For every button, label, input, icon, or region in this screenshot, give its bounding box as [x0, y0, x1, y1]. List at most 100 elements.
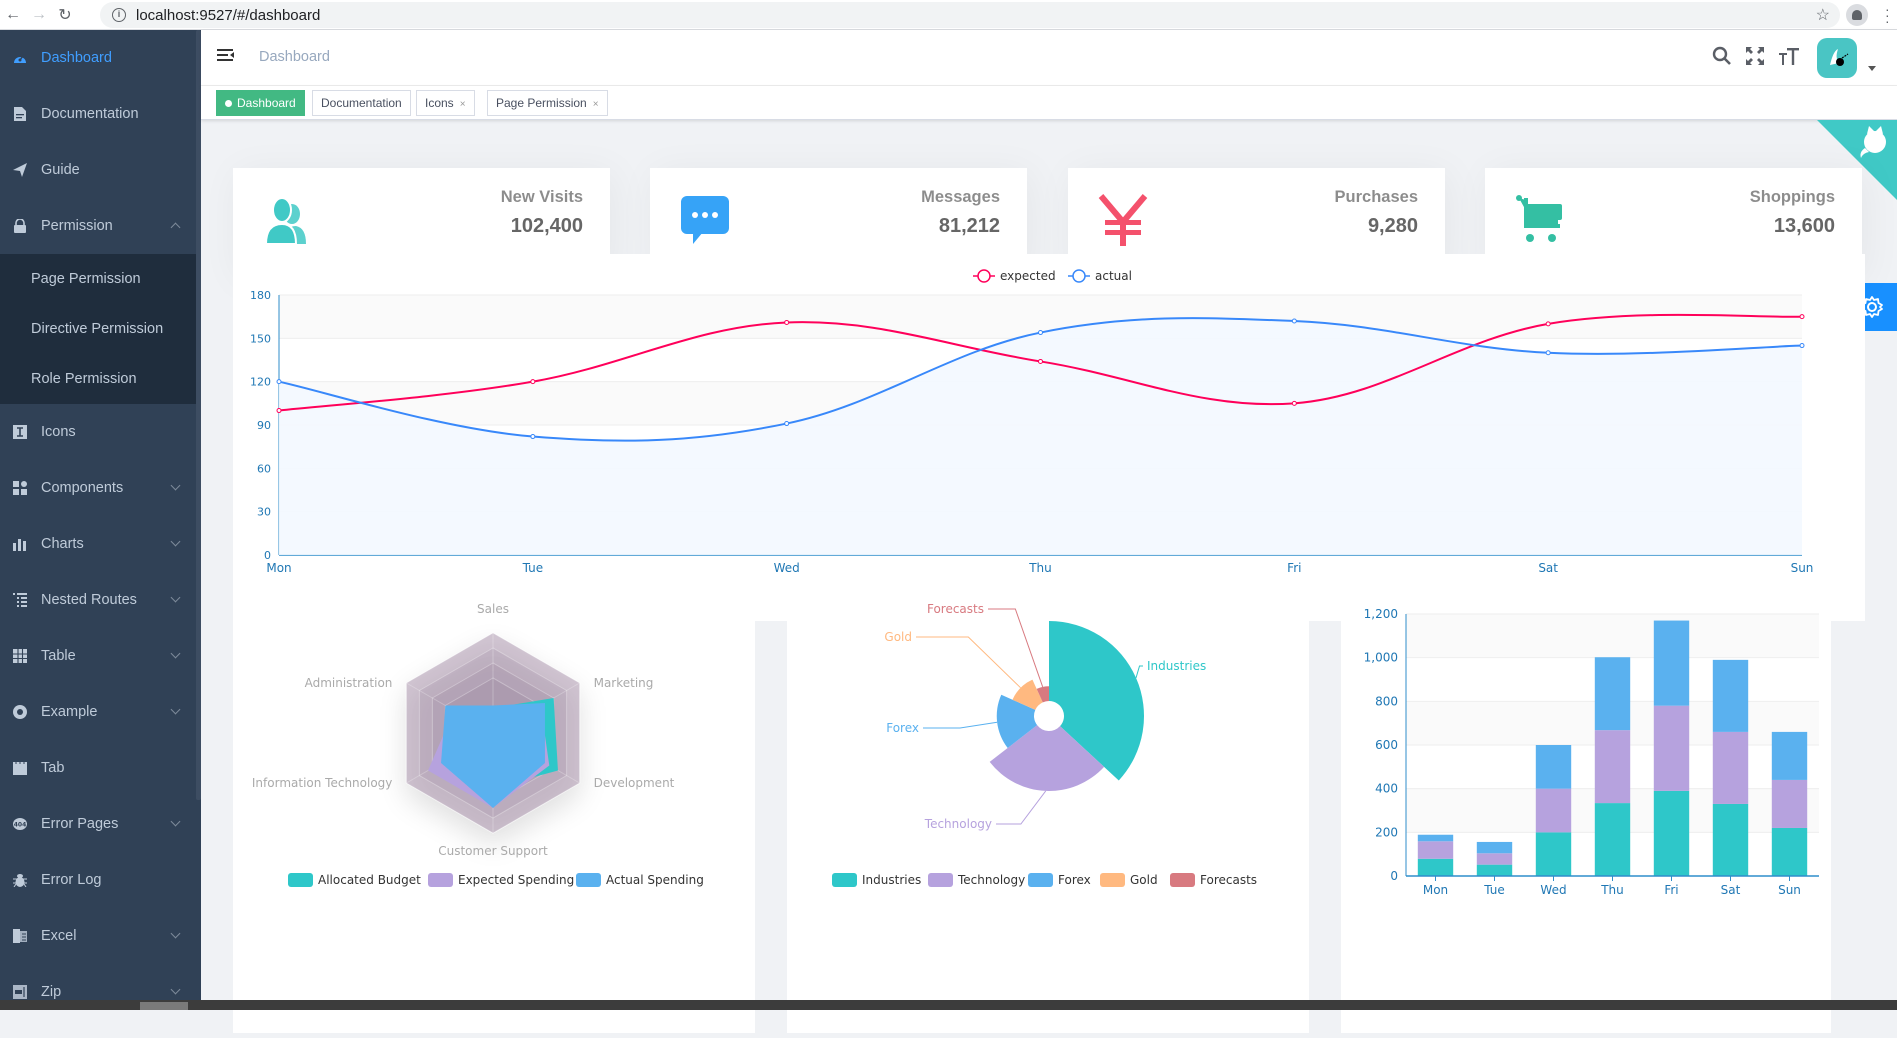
- breadcrumb[interactable]: Dashboard: [259, 49, 330, 65]
- bar-pageA[interactable]: [1771, 827, 1808, 876]
- sidebar-item-table[interactable]: Table: [0, 628, 201, 684]
- legend-label[interactable]: actual: [1095, 269, 1132, 283]
- point-actual[interactable]: [784, 421, 790, 427]
- bar-pageB[interactable]: [1771, 779, 1808, 828]
- point-expected[interactable]: [530, 379, 536, 385]
- point-expected[interactable]: [1038, 358, 1043, 364]
- legend-label[interactable]: Forecasts: [1200, 873, 1257, 887]
- bar-pageB[interactable]: [1476, 853, 1513, 865]
- bar-pageA[interactable]: [1712, 803, 1749, 876]
- legend-label[interactable]: Allocated Budget: [318, 873, 421, 887]
- sidebar-item-error-log[interactable]: Error Log: [0, 852, 201, 908]
- bar-pageB[interactable]: [1535, 788, 1572, 833]
- horizontal-scrollbar[interactable]: [0, 1000, 1897, 1010]
- hamburger-toggle[interactable]: [217, 48, 235, 64]
- point-actual[interactable]: [1545, 350, 1551, 356]
- legend-swatch[interactable]: [1170, 873, 1195, 887]
- legend-swatch[interactable]: [832, 873, 857, 887]
- scrollbar-thumb[interactable]: [140, 1002, 188, 1010]
- bar-pageA[interactable]: [1417, 858, 1454, 876]
- bar-pageA[interactable]: [1594, 803, 1631, 876]
- sidebar-item-error-pages[interactable]: 404 Error Pages: [0, 796, 201, 852]
- reload-button[interactable]: ↻: [52, 5, 78, 25]
- legend-label[interactable]: Forex: [1058, 873, 1091, 887]
- legend-label[interactable]: Gold: [1130, 873, 1158, 887]
- sidebar-item-label: Example: [41, 704, 98, 720]
- tag-documentation[interactable]: Documentation: [312, 90, 411, 116]
- sidebar-item-charts[interactable]: Charts: [0, 516, 201, 572]
- legend-swatch[interactable]: [1100, 873, 1125, 887]
- legend-swatch[interactable]: [576, 873, 601, 887]
- bar-pageC[interactable]: [1417, 834, 1454, 842]
- sidebar-item-example[interactable]: Example: [0, 684, 201, 740]
- point-expected[interactable]: [1799, 314, 1805, 320]
- bar-pageB[interactable]: [1712, 731, 1749, 804]
- browser-menu-button[interactable]: · · ·: [1885, 2, 1891, 28]
- bar-pageA[interactable]: [1535, 832, 1572, 876]
- point-actual[interactable]: [530, 434, 536, 440]
- caret-down-icon[interactable]: [1868, 66, 1876, 71]
- sidebar-subitem-directive-permission[interactable]: Directive Permission: [0, 304, 201, 354]
- legend-label[interactable]: Expected Spending: [458, 873, 574, 887]
- fullscreen-icon[interactable]: [1744, 46, 1766, 68]
- x-tick-label: Sat: [1721, 883, 1741, 897]
- dashboard-icon: [12, 51, 28, 65]
- avatar[interactable]: [1817, 38, 1857, 78]
- point-actual[interactable]: [1799, 343, 1805, 349]
- sidebar-item-components[interactable]: Components: [0, 460, 201, 516]
- bar-pageA[interactable]: [1476, 864, 1513, 876]
- point-expected[interactable]: [276, 408, 282, 414]
- bar-pageC[interactable]: [1653, 620, 1690, 706]
- search-icon[interactable]: [1711, 46, 1733, 68]
- pie-label-line: [923, 721, 998, 729]
- sidebar-item-permission[interactable]: Permission: [0, 198, 201, 254]
- bar-pageC[interactable]: [1535, 745, 1572, 789]
- sidebar-item-documentation[interactable]: Documentation: [0, 86, 201, 142]
- info-icon[interactable]: i: [112, 8, 126, 22]
- profile-button[interactable]: [1846, 4, 1868, 26]
- legend-swatch[interactable]: [428, 873, 453, 887]
- legend-label[interactable]: Industries: [862, 873, 921, 887]
- legend-swatch[interactable]: [1028, 873, 1053, 887]
- x-tick-label: Wed: [774, 561, 800, 575]
- sidebar-item-tab[interactable]: Tab: [0, 740, 201, 796]
- bar-pageC[interactable]: [1771, 731, 1808, 780]
- close-icon[interactable]: ×: [460, 99, 466, 110]
- bar-pageB[interactable]: [1594, 730, 1631, 804]
- legend-swatch[interactable]: [928, 873, 953, 887]
- point-expected[interactable]: [784, 319, 790, 325]
- legend-label[interactable]: Technology: [957, 873, 1025, 887]
- size-icon[interactable]: [1778, 46, 1800, 68]
- sidebar-item-nested-routes[interactable]: Nested Routes: [0, 572, 201, 628]
- bar-pageB[interactable]: [1417, 841, 1454, 859]
- bar-pageA[interactable]: [1653, 790, 1690, 876]
- tag-page-permission[interactable]: Page Permission ×: [487, 90, 608, 116]
- sidebar-item-excel[interactable]: Excel: [0, 908, 201, 964]
- sidebar-item-icons[interactable]: Icons: [0, 404, 201, 460]
- bar-pageC[interactable]: [1594, 657, 1631, 731]
- bar-pageC[interactable]: [1712, 659, 1749, 732]
- bar-pageC[interactable]: [1476, 841, 1513, 854]
- close-icon[interactable]: ×: [593, 99, 599, 110]
- point-expected[interactable]: [1545, 321, 1551, 327]
- sidebar-item-dashboard[interactable]: Dashboard: [0, 30, 201, 86]
- point-actual[interactable]: [276, 379, 282, 385]
- bookmark-star-icon[interactable]: ☆: [1816, 5, 1830, 25]
- legend-label[interactable]: Actual Spending: [606, 873, 704, 887]
- tag-dashboard[interactable]: Dashboard: [216, 90, 305, 116]
- forward-button[interactable]: →: [26, 6, 52, 24]
- address-bar[interactable]: i localhost:9527/#/dashboard ☆: [100, 2, 1840, 28]
- legend-marker[interactable]: [1072, 269, 1086, 283]
- back-button[interactable]: ←: [0, 6, 26, 24]
- sidebar-subitem-role-permission[interactable]: Role Permission: [0, 354, 201, 404]
- bar-pageB[interactable]: [1653, 705, 1690, 791]
- point-expected[interactable]: [1291, 400, 1297, 406]
- sidebar-subitem-page-permission[interactable]: Page Permission: [0, 254, 201, 304]
- legend-marker[interactable]: [977, 269, 991, 283]
- legend-swatch[interactable]: [288, 873, 313, 887]
- sidebar-item-guide[interactable]: Guide: [0, 142, 201, 198]
- point-actual[interactable]: [1038, 330, 1043, 336]
- tag-icons[interactable]: Icons ×: [416, 90, 475, 116]
- point-actual[interactable]: [1291, 318, 1297, 324]
- legend-label[interactable]: expected: [1000, 269, 1056, 283]
